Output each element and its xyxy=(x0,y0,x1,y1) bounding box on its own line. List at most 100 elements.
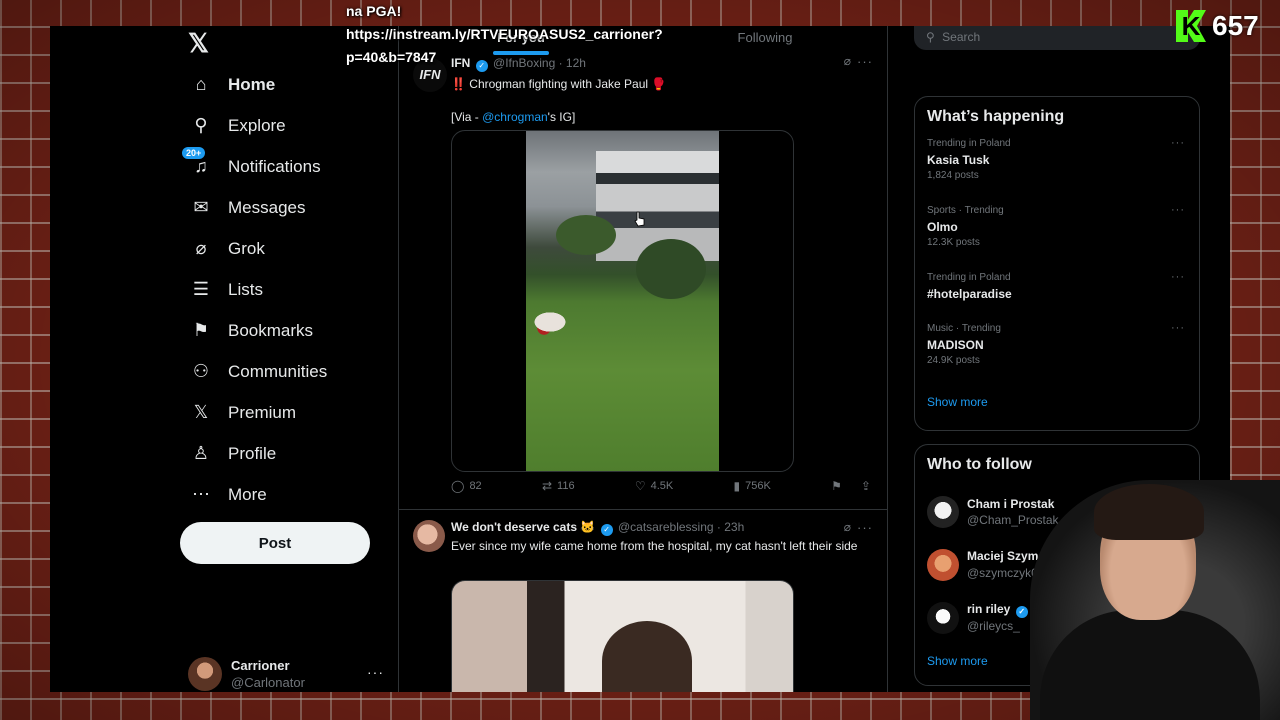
search-icon: ⚲ xyxy=(194,115,208,135)
x-premium-icon: 𝕏 xyxy=(193,402,209,422)
more-dots-icon[interactable]: ··· xyxy=(1171,204,1185,216)
nav-item-premium[interactable]: 𝕏 Premium xyxy=(180,392,400,433)
avatar[interactable] xyxy=(927,601,959,634)
timeline: For you Following IFN IFN ✓ @IfnBoxing ·… xyxy=(398,26,888,692)
communities-icon: ⚇ xyxy=(192,361,210,381)
tweet[interactable]: We don't deserve cats 🐱 ✓ @catsareblessi… xyxy=(399,514,887,692)
notification-badge: 20+ xyxy=(182,146,206,159)
more-circle-icon: ⋯ xyxy=(192,484,210,504)
trend-name: MADISON xyxy=(927,338,984,352)
trend-count: 24.9K posts xyxy=(927,355,980,366)
overlay-line-3: p=40&b=7847 xyxy=(346,49,437,65)
nav-item-notifications[interactable]: ♫ 20+ Notifications xyxy=(180,146,400,187)
trend-context: Sports · Trending xyxy=(927,205,1004,216)
trend-context: Trending in Poland xyxy=(927,272,1011,283)
tweet[interactable]: IFN IFN ✓ @IfnBoxing · 12h ⌀ ··· ‼️ Chro… xyxy=(399,54,887,510)
mail-icon: ✉ xyxy=(193,197,209,217)
bookmark-icon[interactable]: ⚑ xyxy=(831,479,842,493)
nav-label-notifications: Notifications xyxy=(228,156,321,176)
nav-item-profile[interactable]: ♙ Profile xyxy=(180,433,400,474)
tweet-video[interactable] xyxy=(451,130,794,472)
heart-icon: ♡ xyxy=(634,479,646,493)
views-button[interactable]: ▮ 756K xyxy=(734,479,771,493)
trend-item[interactable]: Sports · Trending Olmo 12.3K posts ··· xyxy=(915,204,1199,271)
x-logo-icon[interactable]: 𝕏 xyxy=(188,30,214,56)
stream-overlay-text: na PGA! https://instream.ly/RTVEUROASUS2… xyxy=(346,0,663,69)
verified-badge-icon: ✓ xyxy=(600,524,613,536)
nav-label-more: More xyxy=(228,484,267,504)
account-switcher[interactable]: Carrioner @Carlonator ··· xyxy=(188,656,388,692)
reply-button[interactable]: ◯ 82 xyxy=(451,479,482,493)
trend-count: 12.3K posts xyxy=(927,237,980,248)
more-dots-icon[interactable]: ··· xyxy=(857,54,873,69)
trend-count: 1,824 posts xyxy=(927,170,979,181)
bell-icon: ♫ 20+ xyxy=(182,146,212,178)
nav-item-communities[interactable]: ⚇ Communities xyxy=(180,351,400,392)
tweet-time[interactable]: · 23h xyxy=(717,520,744,534)
grok-icon[interactable]: ⌀ xyxy=(844,520,851,534)
grok-icon[interactable]: ⌀ xyxy=(844,54,851,68)
account-handle: @Carlonator xyxy=(231,675,305,690)
share-icon[interactable]: ⇪ xyxy=(861,479,871,493)
search-input[interactable]: ⚲ Search xyxy=(914,26,1200,50)
reply-icon: ◯ xyxy=(451,479,465,493)
nav-label-explore: Explore xyxy=(228,115,286,135)
nav-label-messages: Messages xyxy=(228,197,306,217)
profile-icon: ♙ xyxy=(192,443,210,463)
video-palm xyxy=(636,239,706,299)
tweet-actions: ◯ 82 ⇄ 116 ♡ 4.5K ▮ 756K ⚑ ⇪ xyxy=(451,476,871,496)
more-dots-icon[interactable]: ··· xyxy=(367,664,384,680)
show-more-link[interactable]: Show more xyxy=(915,389,1199,409)
more-dots-icon[interactable]: ··· xyxy=(1171,322,1185,334)
trend-name: Olmo xyxy=(927,220,958,234)
kick-viewer-counter: K 657 xyxy=(1176,10,1259,42)
nav-item-more[interactable]: ⋯ More xyxy=(180,474,400,515)
tweet-image[interactable] xyxy=(451,580,794,692)
video-person xyxy=(534,307,574,337)
streamer-webcam xyxy=(1000,460,1280,720)
mention-link[interactable]: @chrogman xyxy=(482,110,548,124)
like-button[interactable]: ♡ 4.5K xyxy=(635,479,673,493)
nav-label-bookmarks: Bookmarks xyxy=(228,320,314,340)
home-icon: ⌂ xyxy=(195,74,207,94)
post-button[interactable]: Post xyxy=(180,522,370,564)
video-frame[interactable] xyxy=(526,131,719,471)
primary-nav: ⌂ Home ⚲ Explore ♫ 20+ Notifications ✉ M… xyxy=(180,64,400,515)
nav-item-home[interactable]: ⌂ Home xyxy=(180,64,400,105)
tweet-author-handle[interactable]: @catsareblessing xyxy=(618,520,714,534)
more-dots-icon[interactable]: ··· xyxy=(1171,137,1185,149)
nav-item-grok[interactable]: ⌀ Grok xyxy=(180,228,400,269)
nav-item-bookmarks[interactable]: ⚑ Bookmarks xyxy=(180,310,400,351)
like-count: 4.5K xyxy=(650,480,674,492)
mouse-cursor-icon xyxy=(634,211,645,227)
tweet-text-via: [Via - @chrogman's IG] xyxy=(451,109,575,125)
repost-button[interactable]: ⇄ 116 xyxy=(542,479,575,493)
nav-label-lists: Lists xyxy=(228,279,263,299)
image-person xyxy=(602,621,692,692)
views-count: 756K xyxy=(745,480,771,492)
tweet-avatar[interactable] xyxy=(413,520,445,552)
trend-item[interactable]: Trending in Poland Kasia Tusk 1,824 post… xyxy=(915,137,1199,204)
more-dots-icon[interactable]: ··· xyxy=(857,520,873,535)
nav-item-messages[interactable]: ✉ Messages xyxy=(180,187,400,228)
trend-name: #hotelparadise xyxy=(927,287,1012,301)
tweet-author-name[interactable]: We don't deserve cats 🐱 xyxy=(451,520,595,534)
tweet-text: ‼️ Chrogman fighting with Jake Paul 🥊 xyxy=(451,77,667,91)
viewer-count: 657 xyxy=(1212,10,1259,41)
avatar[interactable] xyxy=(927,548,959,581)
nav-item-explore[interactable]: ⚲ Explore xyxy=(180,105,400,146)
search-icon: ⚲ xyxy=(926,30,935,44)
trend-item[interactable]: Music · Trending MADISON 24.9K posts ··· xyxy=(915,322,1199,389)
nav-label-profile: Profile xyxy=(228,443,277,463)
trend-context: Trending in Poland xyxy=(927,138,1011,149)
avatar xyxy=(188,657,222,691)
trend-item[interactable]: Trending in Poland #hotelparadise ··· xyxy=(915,271,1199,322)
tab-following[interactable]: Following xyxy=(643,26,887,48)
whats-happening-title: What’s happening xyxy=(927,108,1065,125)
avatar[interactable] xyxy=(927,495,959,528)
bookmark-icon: ⚑ xyxy=(192,320,210,340)
nav-item-lists[interactable]: ☰ Lists xyxy=(180,269,400,310)
more-dots-icon[interactable]: ··· xyxy=(1171,271,1185,283)
repost-icon: ⇄ xyxy=(541,479,553,493)
grok-icon: ⌀ xyxy=(195,238,207,258)
